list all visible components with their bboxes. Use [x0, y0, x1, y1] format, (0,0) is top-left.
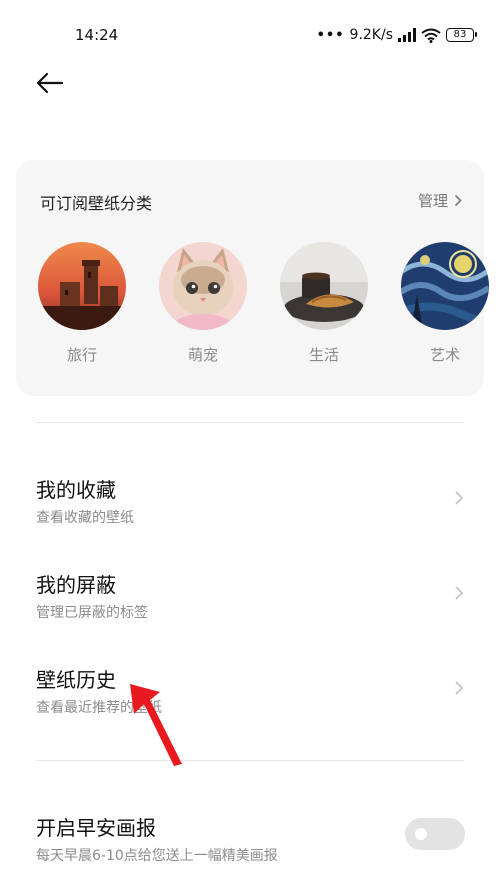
category-label: 生活: [308, 346, 339, 364]
category-travel[interactable]: 旅行: [38, 242, 126, 365]
more-dots-icon: •••: [316, 27, 345, 43]
category-pets[interactable]: 萌宠: [159, 242, 247, 365]
subscription-card: 可订阅壁纸分类 管理 旅行 萌宠 生活 艺术: [16, 160, 489, 396]
pets-thumbnail: [159, 242, 247, 330]
menu-subtitle: 查看收藏的壁纸: [36, 510, 134, 526]
menu-item-favorites[interactable]: 我的收藏 查看收藏的壁纸: [0, 474, 500, 554]
manage-link[interactable]: 管理: [418, 190, 462, 211]
chevron-right-icon: [455, 681, 464, 695]
menu-title: 壁纸历史: [36, 668, 116, 692]
divider: [36, 422, 464, 423]
menu-subtitle: 管理已屏蔽的标签: [36, 605, 148, 621]
back-arrow-icon: [36, 72, 64, 94]
category-label: 艺术: [429, 346, 460, 364]
category-art[interactable]: 艺术: [401, 242, 489, 365]
menu-title: 我的收藏: [36, 478, 116, 502]
travel-thumbnail: [38, 242, 126, 330]
art-thumbnail: [401, 242, 489, 330]
manage-label: 管理: [417, 192, 448, 210]
menu-subtitle: 每天早晨6-10点给您送上一幅精美画报: [36, 848, 278, 864]
category-label: 萌宠: [187, 346, 218, 364]
menu-title: 我的屏蔽: [36, 573, 116, 597]
life-thumbnail: [280, 242, 368, 330]
divider: [36, 760, 464, 761]
toggle-knob: [415, 828, 427, 840]
category-label: 旅行: [66, 346, 97, 364]
category-life[interactable]: 生活: [280, 242, 368, 365]
chevron-right-icon: [455, 586, 464, 600]
battery-icon: 83: [446, 28, 477, 42]
menu-item-blocked[interactable]: 我的屏蔽 管理已屏蔽的标签: [0, 569, 500, 649]
signal-icon: [398, 28, 416, 42]
annotation-arrow-icon: [130, 684, 182, 766]
status-indicators: ••• 9.2K/s 83: [316, 26, 477, 44]
card-title: 可订阅壁纸分类: [40, 194, 153, 213]
back-button[interactable]: [36, 68, 68, 98]
menu-item-history[interactable]: 壁纸历史 查看最近推荐的壁纸: [0, 664, 500, 744]
status-bar: 14:24 ••• 9.2K/s 83: [0, 0, 500, 70]
chevron-right-icon: [454, 194, 462, 207]
status-time: 14:24: [75, 26, 119, 44]
menu-title: 开启早安画报: [36, 816, 156, 840]
morning-report-toggle[interactable]: [405, 818, 465, 850]
network-speed: 9.2K/s: [349, 27, 393, 43]
chevron-right-icon: [455, 491, 464, 505]
wifi-icon: [421, 28, 441, 43]
